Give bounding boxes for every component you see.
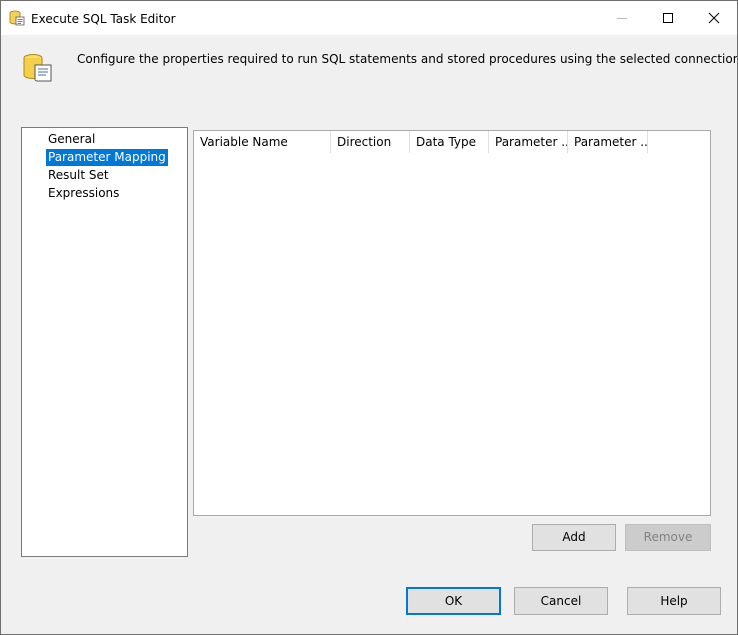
close-button[interactable] <box>691 1 737 35</box>
column-header-variable-name[interactable]: Variable Name <box>194 131 331 153</box>
column-header-direction[interactable]: Direction <box>331 131 410 153</box>
column-header-parameter-name[interactable]: Parameter ... <box>489 131 568 153</box>
window-title: Execute SQL Task Editor <box>31 12 176 26</box>
execute-sql-task-editor-window: Execute SQL Task Editor Configure the pr… <box>0 0 738 635</box>
maximize-button[interactable] <box>645 1 691 35</box>
remove-button[interactable]: Remove <box>625 524 711 551</box>
nav-item-result-set[interactable]: Result Set <box>46 167 111 184</box>
close-icon <box>708 12 720 24</box>
sql-task-icon <box>9 10 25 26</box>
minimize-button[interactable] <box>599 1 645 35</box>
database-scroll-icon <box>21 51 55 85</box>
cancel-button[interactable]: Cancel <box>514 587 608 615</box>
column-header-data-type[interactable]: Data Type <box>410 131 489 153</box>
add-button[interactable]: Add <box>532 524 616 551</box>
help-button[interactable]: Help <box>627 587 721 615</box>
nav-item-parameter-mapping[interactable]: Parameter Mapping <box>46 149 168 166</box>
title-bar[interactable]: Execute SQL Task Editor <box>1 1 737 35</box>
header-description: Configure the properties required to run… <box>77 52 738 66</box>
column-header-parameter-size[interactable]: Parameter ... <box>568 131 648 153</box>
page-navigation-list: General Parameter Mapping Result Set Exp… <box>21 127 188 557</box>
parameter-mapping-grid[interactable]: Variable Name Direction Data Type Parame… <box>193 130 711 516</box>
nav-item-general[interactable]: General <box>46 131 97 148</box>
grid-header-row: Variable Name Direction Data Type Parame… <box>194 131 710 153</box>
maximize-icon <box>663 13 673 23</box>
nav-item-expressions[interactable]: Expressions <box>46 185 121 202</box>
minimize-icon <box>617 18 627 19</box>
ok-button[interactable]: OK <box>406 587 501 615</box>
